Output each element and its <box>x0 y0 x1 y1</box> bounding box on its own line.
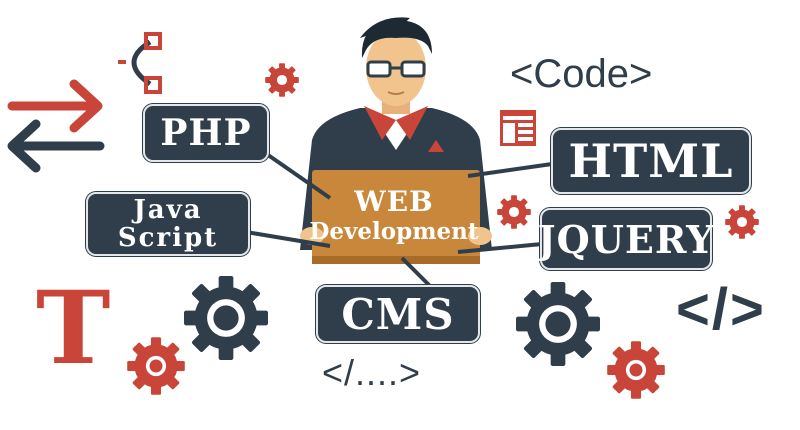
tag-jquery: JQUERY <box>538 208 713 270</box>
gear-icon <box>184 276 268 360</box>
gear-icon <box>265 63 299 97</box>
tag-php: PHP <box>143 104 269 162</box>
code-snippet-right: </> <box>676 277 766 342</box>
font-icon: T <box>36 269 111 387</box>
tag-cms: CMS <box>316 285 480 343</box>
bezier-curve-icon <box>118 32 162 94</box>
gear-icon <box>725 205 759 239</box>
tag-javascript-line2: Script <box>117 223 219 253</box>
gear-icon <box>516 282 600 366</box>
laptop-label-line1: WEB <box>354 185 434 218</box>
laptop-label: WEB Development <box>309 176 478 256</box>
swap-arrows-icon <box>7 79 105 173</box>
tag-html: HTML <box>551 128 751 194</box>
gear-icon <box>127 337 185 395</box>
tag-javascript: Java Script <box>86 192 250 256</box>
layout-icon <box>500 110 536 146</box>
laptop-label-line2: Development <box>309 218 479 245</box>
code-snippet-bottom: </....> <box>322 352 422 393</box>
web-development-illustration: T <Code> </....> </> WEB Development PHP… <box>0 0 800 430</box>
gear-icon <box>607 341 665 399</box>
code-snippet-top: <Code> <box>510 52 653 96</box>
gear-icon <box>497 195 531 229</box>
tag-javascript-line1: Java <box>133 195 203 225</box>
